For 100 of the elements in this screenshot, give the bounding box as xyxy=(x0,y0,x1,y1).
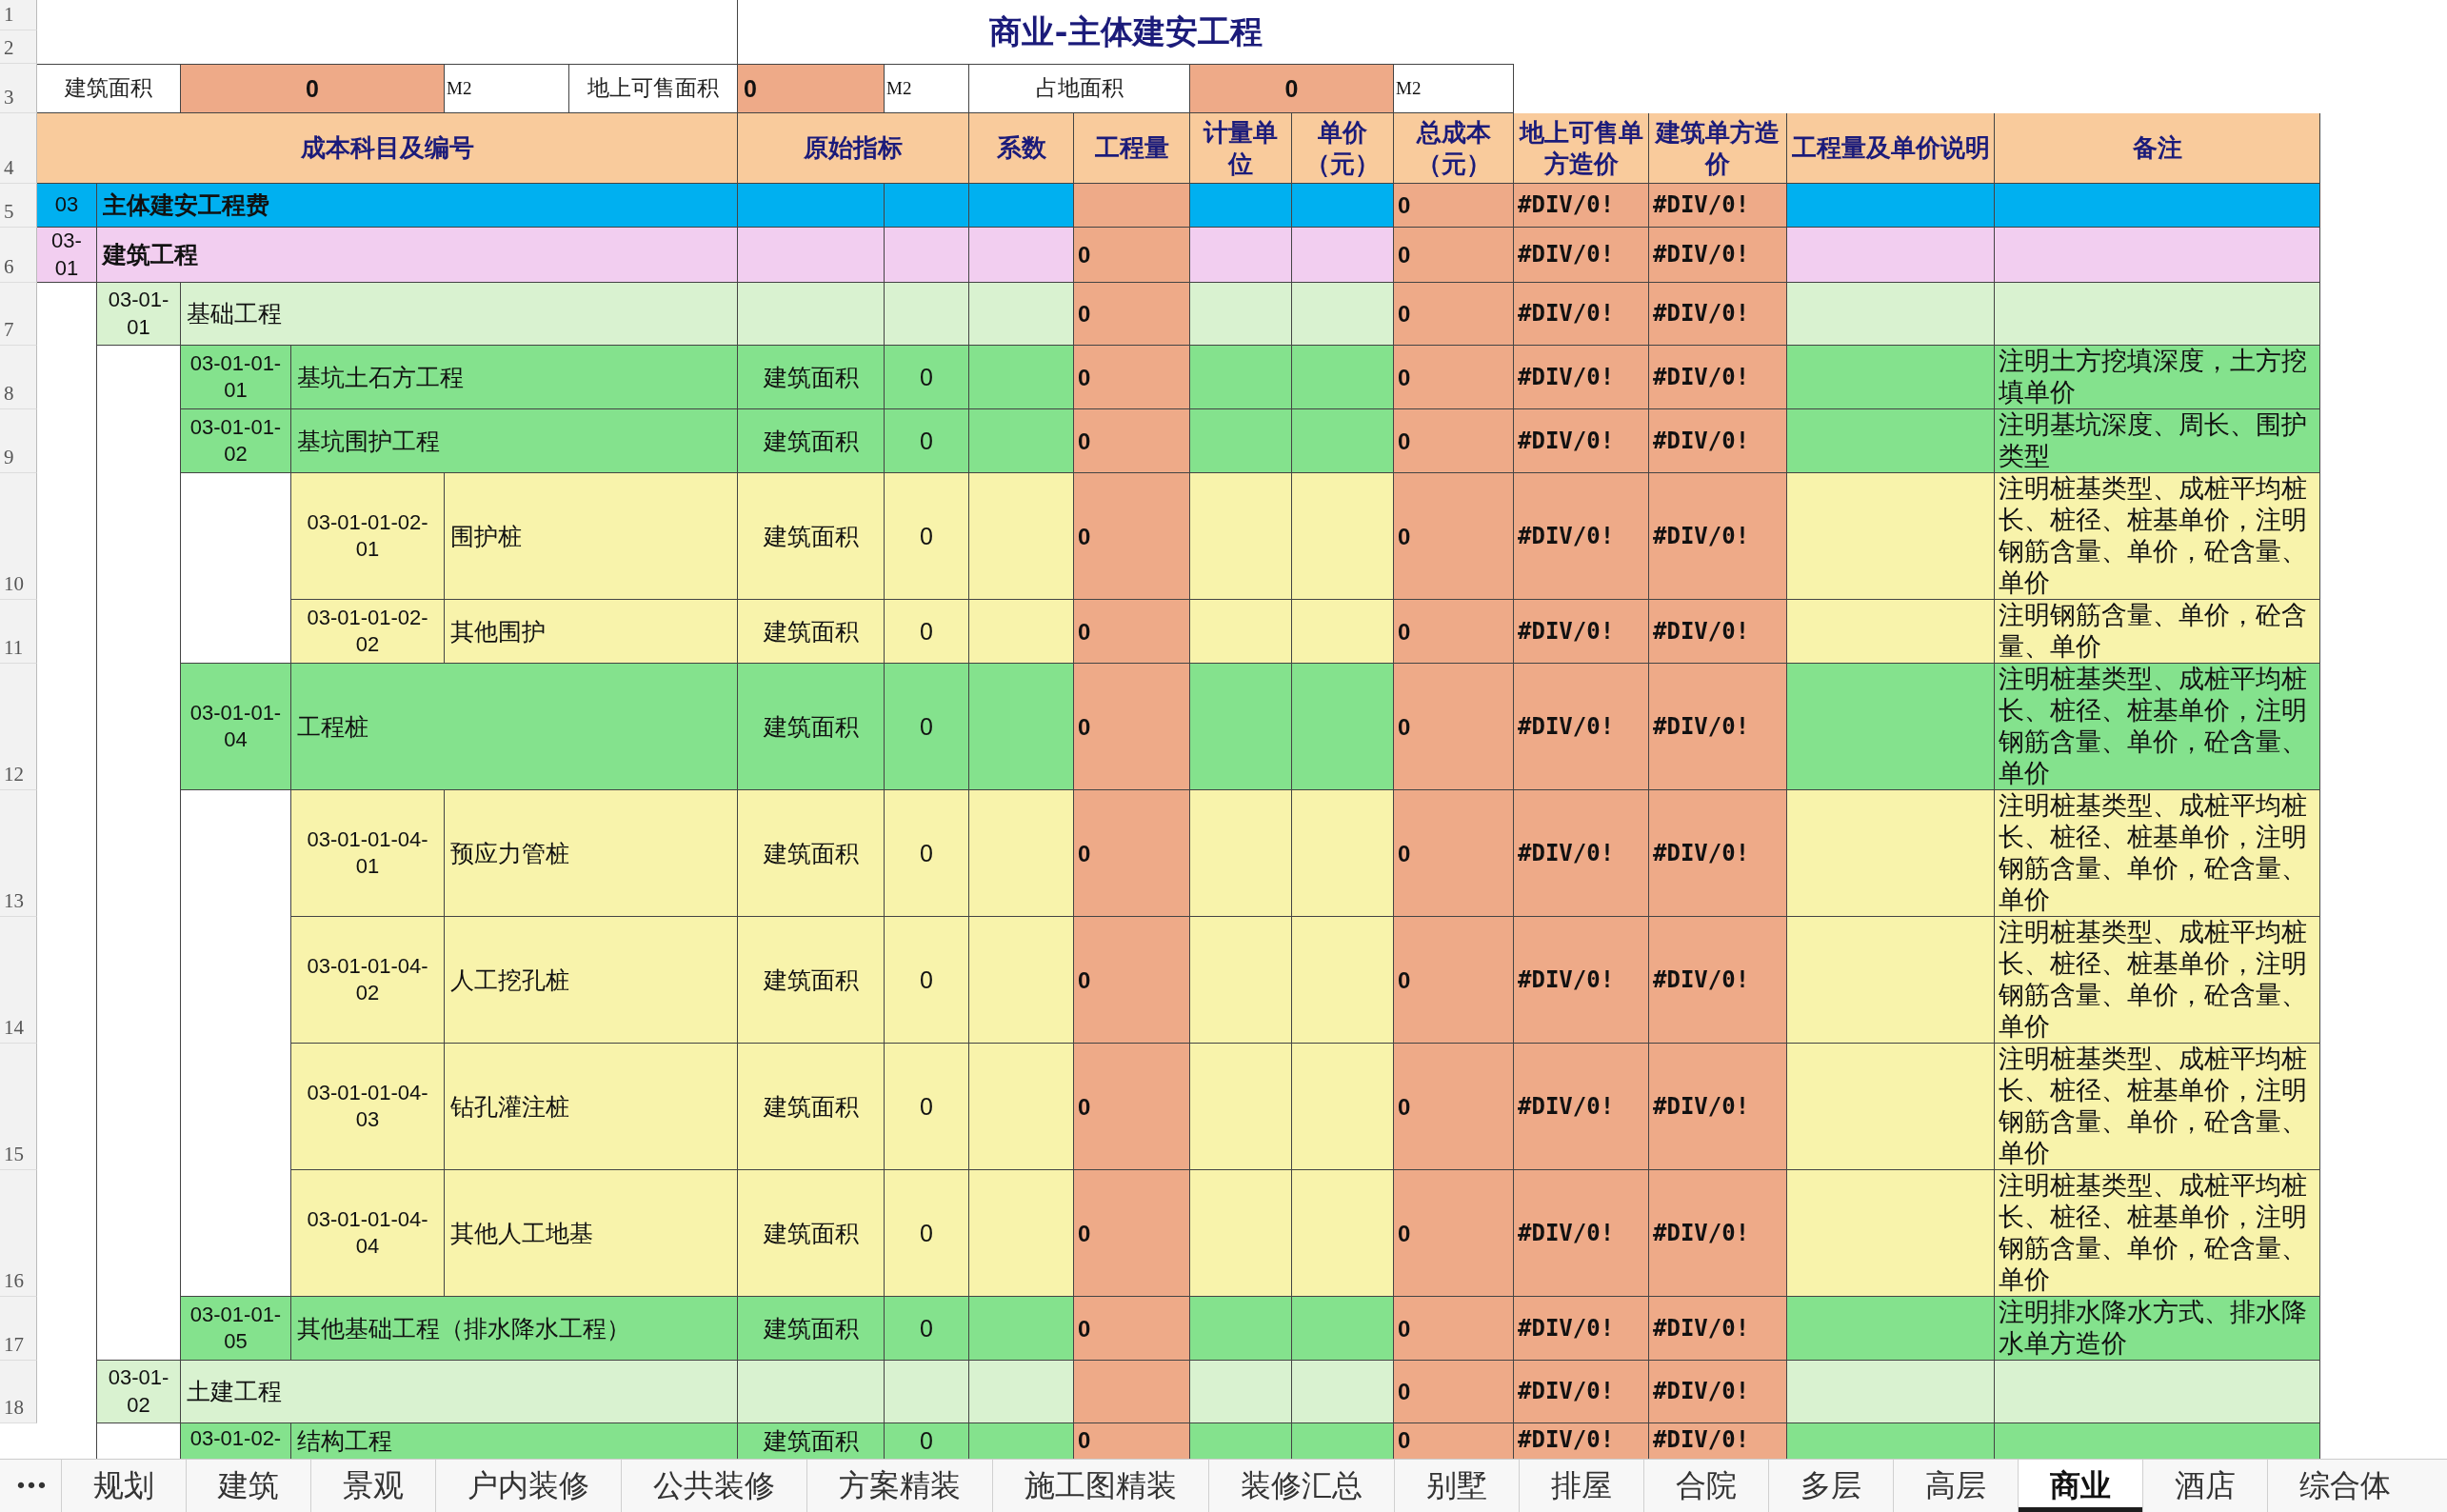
sheet-tab[interactable]: 景观 xyxy=(310,1460,435,1512)
column-header: 建筑单方造价 xyxy=(1649,113,1787,184)
table-cell: #DIV/0! xyxy=(1514,283,1649,347)
row-number: 16 xyxy=(0,1170,37,1298)
sheet-tab[interactable]: 排屋 xyxy=(1519,1460,1643,1512)
table-cell: #DIV/0! xyxy=(1649,600,1787,665)
field-label: 占地面积 xyxy=(969,64,1190,113)
table-cell: 0 xyxy=(1394,184,1514,228)
table-cell: 03-01-01-04 xyxy=(181,664,291,791)
sheet-tab[interactable]: 规划 xyxy=(61,1460,186,1512)
table-cell: 0 xyxy=(1074,283,1190,347)
table-cell: 0 xyxy=(1074,917,1190,1044)
sheet-tab[interactable]: 别墅 xyxy=(1394,1460,1519,1512)
table-cell: #DIV/0! xyxy=(1514,917,1649,1044)
sheet-tab[interactable]: 商业 xyxy=(2018,1460,2142,1512)
table-cell: 土建工程 xyxy=(181,1361,738,1424)
sheet-tab[interactable]: 酒店 xyxy=(2142,1460,2267,1512)
table-cell: #DIV/0! xyxy=(1649,917,1787,1044)
more-tabs-button[interactable]: ••• xyxy=(0,1460,61,1512)
table-cell: 0 xyxy=(885,1044,969,1171)
row-number: 18 xyxy=(0,1361,37,1424)
table-cell: 03-01-01-02-02 xyxy=(291,600,445,665)
sheet-tab[interactable]: 公共装修 xyxy=(621,1460,806,1512)
table-cell: #DIV/0! xyxy=(1514,664,1649,791)
table-cell: 注明基坑深度、周长、围护类型 xyxy=(1995,409,2320,474)
table-cell: 0 xyxy=(1394,1170,1514,1298)
table-cell: #DIV/0! xyxy=(1649,1170,1787,1298)
table-cell: 基坑土石方工程 xyxy=(291,346,738,410)
sheet-tab[interactable]: 综合体 xyxy=(2267,1460,2422,1512)
table-cell: 建筑面积 xyxy=(738,664,885,791)
row-number: 15 xyxy=(0,1044,37,1171)
column-header: 备注 xyxy=(1995,113,2320,184)
table-cell: 0 xyxy=(1074,1423,1190,1459)
row-number: 4 xyxy=(0,113,37,184)
sheet-tab[interactable]: 方案精装 xyxy=(806,1460,992,1512)
sheet-tab[interactable]: 多层 xyxy=(1768,1460,1893,1512)
row-number: 2 xyxy=(0,30,37,64)
table-cell: 主体建安工程费 xyxy=(97,184,738,228)
table-cell: 注明桩基类型、成桩平均桩长、桩径、桩基单价，注明钢筋含量、单价，砼含量、单价 xyxy=(1995,790,2320,918)
table-cell: 建筑面积 xyxy=(738,1297,885,1362)
table-cell: #DIV/0! xyxy=(1649,1361,1787,1424)
table-cell: 0 xyxy=(1074,1297,1190,1362)
sheet-tab[interactable]: 合院 xyxy=(1643,1460,1768,1512)
table-cell: #DIV/0! xyxy=(1649,473,1787,601)
table-cell: 0 xyxy=(1074,409,1190,474)
table-cell: 0 xyxy=(1074,790,1190,918)
table-cell: 基础工程 xyxy=(181,283,738,347)
table-cell: 0 xyxy=(1394,346,1514,410)
table-cell: #DIV/0! xyxy=(1514,790,1649,918)
table-cell: 建筑面积 xyxy=(738,1044,885,1171)
table-cell: 建筑面积 xyxy=(738,917,885,1044)
table-cell: 0 xyxy=(885,790,969,918)
table-cell: #DIV/0! xyxy=(1514,228,1649,284)
table-cell: #DIV/0! xyxy=(1514,346,1649,410)
table-cell: 0 xyxy=(1394,917,1514,1044)
table-cell: 注明土方挖填深度，土方挖填单价 xyxy=(1995,346,2320,410)
sheet-tab[interactable]: 施工图精装 xyxy=(992,1460,1208,1512)
table-cell: 建筑面积 xyxy=(738,1423,885,1459)
table-cell: 0 xyxy=(885,473,969,601)
column-header: 地上可售单方造价 xyxy=(1514,113,1649,184)
column-header: 成本科目及编号 xyxy=(37,113,738,184)
table-cell: 0 xyxy=(1394,283,1514,347)
table-cell: 0 xyxy=(1394,473,1514,601)
table-cell: 0 xyxy=(1074,600,1190,665)
table-cell: #DIV/0! xyxy=(1649,346,1787,410)
row-number: 11 xyxy=(0,600,37,665)
row-number: 14 xyxy=(0,917,37,1044)
table-cell: 03-01-01-02-01 xyxy=(291,473,445,601)
table-cell: 03-01-01 xyxy=(97,283,181,347)
table-cell: 工程桩 xyxy=(291,664,738,791)
table-cell: 建筑工程 xyxy=(97,228,738,284)
row-number: 9 xyxy=(0,409,37,474)
sheet-tab[interactable]: 装修汇总 xyxy=(1208,1460,1394,1512)
sheet-tab[interactable]: 户内装修 xyxy=(435,1460,621,1512)
table-cell: 注明桩基类型、成桩平均桩长、桩径、桩基单价，注明钢筋含量、单价，砼含量、单价 xyxy=(1995,664,2320,791)
table-cell: 基坑围护工程 xyxy=(291,409,738,474)
table-cell: 注明排水降水方式、排水降水单方造价 xyxy=(1995,1297,2320,1362)
table-cell: 03-01-01-04-01 xyxy=(291,790,445,918)
row-number: 6 xyxy=(0,228,37,284)
table-cell: 其他基础工程（排水降水工程） xyxy=(291,1297,738,1362)
sheet-title: 商业-主体建安工程 xyxy=(988,11,1263,53)
table-cell: #DIV/0! xyxy=(1649,1044,1787,1171)
sheet-tab[interactable]: 建筑 xyxy=(186,1460,310,1512)
row-number: 17 xyxy=(0,1297,37,1362)
row-number: 12 xyxy=(0,664,37,791)
table-cell: 03-01-01-01 xyxy=(181,346,291,410)
table-cell: #DIV/0! xyxy=(1649,409,1787,474)
table-cell: 建筑面积 xyxy=(738,409,885,474)
table-cell: 建筑面积 xyxy=(738,346,885,410)
column-header: 系数 xyxy=(969,113,1074,184)
table-cell: #DIV/0! xyxy=(1649,790,1787,918)
table-cell: #DIV/0! xyxy=(1514,184,1649,228)
column-header: 总成本（元） xyxy=(1394,113,1514,184)
table-cell: #DIV/0! xyxy=(1514,473,1649,601)
row-number: 8 xyxy=(0,346,37,410)
table-cell: #DIV/0! xyxy=(1514,409,1649,474)
table-cell: 0 xyxy=(885,1170,969,1298)
table-cell: #DIV/0! xyxy=(1514,600,1649,665)
table-cell: 0 xyxy=(1074,1170,1190,1298)
table-cell: #DIV/0! xyxy=(1514,1170,1649,1298)
